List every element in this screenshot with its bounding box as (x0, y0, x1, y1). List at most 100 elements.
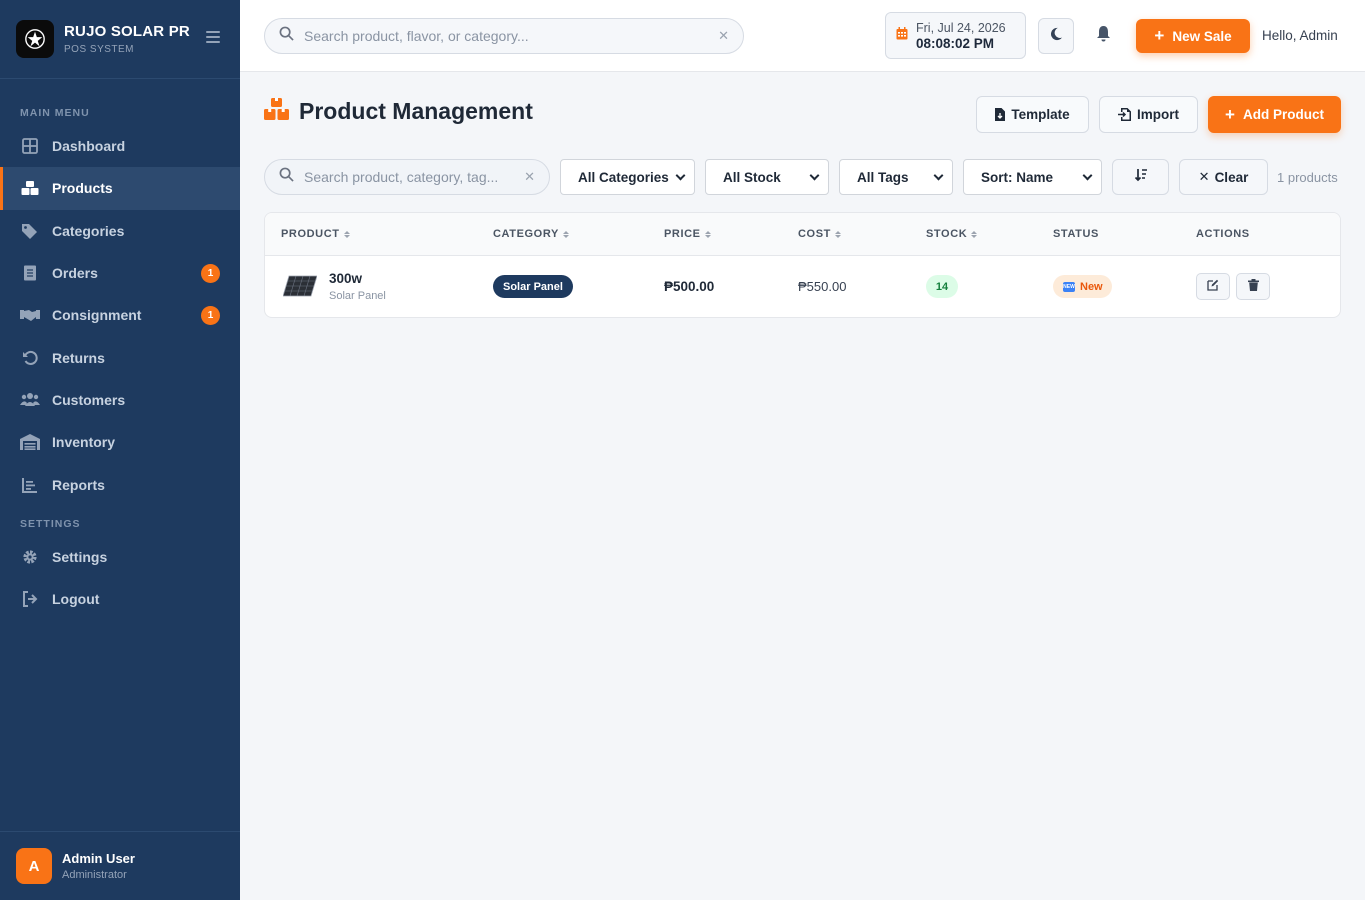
plus-icon: + (1225, 104, 1235, 124)
trash-icon (1247, 278, 1259, 296)
stock-filter-value: All Stock (723, 169, 781, 185)
product-price: ₱500.00 (664, 279, 715, 294)
import-button[interactable]: Import (1099, 96, 1198, 133)
sidebar-item-reports[interactable]: Reports (0, 463, 240, 505)
tags-icon (20, 221, 40, 241)
category-filter-select[interactable]: All Categories (560, 159, 695, 195)
global-search-input[interactable] (304, 28, 719, 44)
sidebar-item-label: Reports (52, 476, 105, 493)
column-label: PRICE (664, 228, 701, 240)
sidebar-item-products[interactable]: Products (0, 167, 240, 210)
product-name: 300w (329, 271, 363, 286)
dark-mode-toggle[interactable] (1038, 18, 1074, 54)
column-header-stock[interactable]: STOCK (926, 228, 978, 240)
delete-button[interactable] (1236, 273, 1270, 300)
product-search: ✕ (264, 159, 550, 195)
table-row[interactable]: 300w Solar Panel Solar Panel ₱500.00 ₱55… (265, 256, 1340, 317)
brand-name: RUJO SOLAR PRO (64, 23, 190, 40)
stock-badge: 14 (926, 275, 958, 298)
new-sale-label: New Sale (1172, 28, 1232, 44)
tags-filter-select[interactable]: All Tags (839, 159, 953, 195)
category-badge: Solar Panel (493, 275, 573, 298)
sidebar-item-label: Logout (52, 591, 100, 608)
new-tag-icon: NEW (1063, 281, 1075, 292)
page-header: Product Management (264, 98, 533, 125)
sort-caret-icon (971, 230, 978, 238)
column-header-price[interactable]: PRICE (664, 228, 711, 240)
user-profile[interactable]: A Admin User Administrator (0, 831, 240, 900)
column-label: PRODUCT (281, 228, 340, 240)
column-header-product[interactable]: PRODUCT (281, 228, 350, 240)
topbar: ✕ Fri, Jul 24, 2026 08:08:02 PM + New Sa… (240, 0, 1365, 72)
status-badge: NEW New (1053, 275, 1112, 298)
status-label: New (1080, 280, 1103, 293)
user-role: Administrator (62, 869, 127, 881)
template-button[interactable]: Template (976, 96, 1089, 133)
handshake-icon (20, 305, 40, 325)
add-product-label: Add Product (1242, 107, 1324, 122)
search-clear-icon[interactable]: ✕ (524, 169, 535, 185)
boxes-icon (264, 98, 289, 125)
column-header-status: STATUS (1053, 228, 1099, 240)
product-search-input[interactable] (304, 169, 525, 185)
sidebar-item-logout[interactable]: Logout (0, 578, 240, 620)
products-table: PRODUCT CATEGORY PRICE COST STOCK STATUS… (264, 212, 1341, 318)
main-menu-label: MAIN MENU (20, 107, 90, 119)
brand: RUJO SOLAR PRO POS SYSTEM (0, 0, 240, 79)
category-filter-value: All Categories (578, 169, 669, 185)
sidebar-item-label: Customers (52, 391, 126, 408)
template-label: Template (1011, 107, 1070, 122)
current-time: 08:08:02 PM (916, 35, 995, 51)
sidebar-item-consignment[interactable]: Consignment 1 (0, 294, 240, 336)
warehouse-icon (20, 432, 40, 452)
sidebar-item-customers[interactable]: Customers (0, 379, 240, 421)
user-greeting: Hello, Admin (1262, 28, 1338, 43)
sidebar-item-label: Products (52, 180, 113, 197)
add-product-button[interactable]: + Add Product (1208, 96, 1341, 133)
file-import-icon (1118, 108, 1131, 121)
close-icon: ✕ (1198, 169, 1210, 184)
tags-filter-value: All Tags (857, 169, 909, 185)
edit-button[interactable] (1196, 273, 1230, 300)
sidebar-item-categories[interactable]: Categories (0, 210, 240, 252)
global-search: ✕ (264, 18, 744, 54)
column-header-category[interactable]: CATEGORY (493, 228, 569, 240)
sidebar-toggle-icon[interactable] (206, 31, 220, 43)
chart-icon (20, 475, 40, 495)
sort-select[interactable]: Sort: Name (963, 159, 1102, 195)
product-cost: ₱550.00 (798, 279, 847, 294)
sort-direction-button[interactable] (1112, 159, 1169, 195)
file-download-icon (995, 108, 1006, 121)
sidebar-item-orders[interactable]: Orders 1 (0, 252, 240, 294)
new-sale-button[interactable]: + New Sale (1136, 19, 1250, 53)
sidebar-item-label: Orders (52, 265, 98, 282)
sidebar-item-label: Returns (52, 349, 105, 366)
notifications-button[interactable] (1092, 22, 1114, 50)
gear-icon (20, 547, 40, 567)
sort-caret-icon (343, 230, 350, 238)
datetime-display: Fri, Jul 24, 2026 08:08:02 PM (885, 12, 1026, 59)
column-label: STOCK (926, 228, 968, 240)
logout-icon (20, 589, 40, 609)
main-nav: Dashboard Products Categories Orders 1 C… (0, 125, 240, 506)
plus-icon: + (1154, 26, 1165, 45)
sidebar-item-dashboard[interactable]: Dashboard (0, 125, 240, 167)
user-name: Admin User (62, 851, 135, 866)
calendar-icon (896, 26, 908, 45)
brand-logo[interactable] (16, 20, 54, 58)
import-label: Import (1137, 107, 1179, 122)
column-label: STATUS (1053, 228, 1099, 240)
sidebar-item-inventory[interactable]: Inventory (0, 421, 240, 463)
clear-filters-button[interactable]: ✕ Clear (1179, 159, 1268, 195)
column-label: CATEGORY (493, 228, 559, 240)
product-count: 1 products (1277, 170, 1338, 185)
sidebar-item-returns[interactable]: Returns (0, 336, 240, 378)
column-label: ACTIONS (1196, 228, 1250, 240)
sidebar-item-settings[interactable]: Settings (0, 536, 240, 578)
sort-caret-icon (704, 230, 711, 238)
orders-count-badge: 1 (201, 263, 220, 283)
stock-filter-select[interactable]: All Stock (705, 159, 829, 195)
column-header-cost[interactable]: COST (798, 228, 841, 240)
sidebar-item-label: Inventory (52, 434, 116, 451)
search-clear-icon[interactable]: ✕ (718, 28, 729, 44)
